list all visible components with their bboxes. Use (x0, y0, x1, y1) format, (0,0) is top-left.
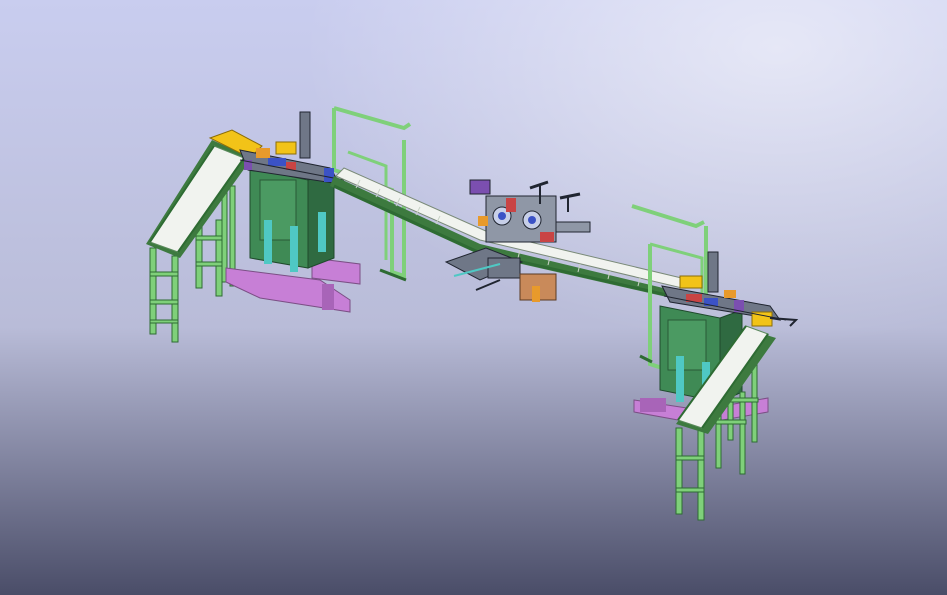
production-line-model (0, 0, 947, 595)
cad-viewport (0, 0, 947, 595)
background-glow (0, 0, 947, 595)
